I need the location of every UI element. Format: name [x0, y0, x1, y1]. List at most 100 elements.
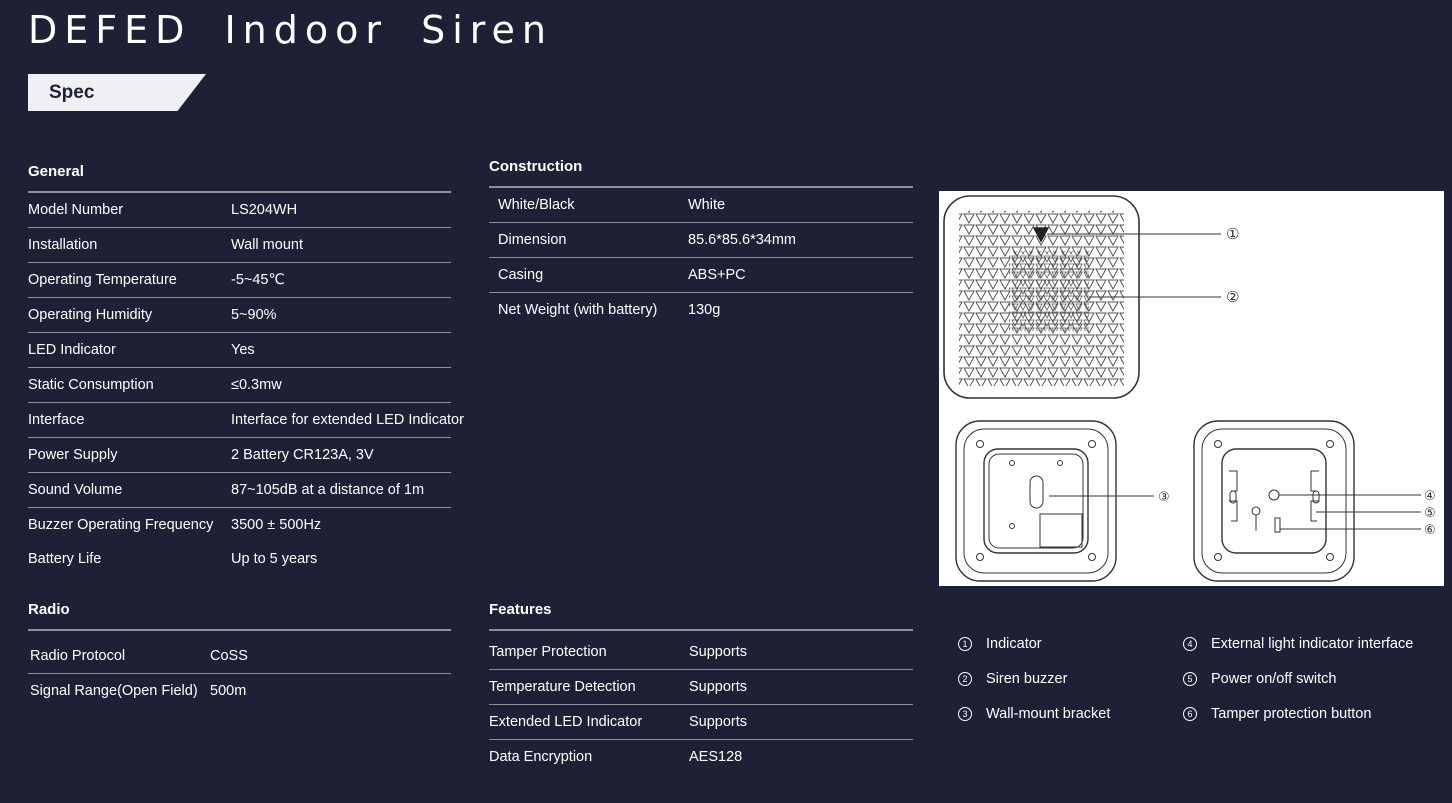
- spec-key: Data Encryption: [489, 749, 593, 765]
- radio-section: Radio Radio Protocol CoSS Signal Range(Op…: [28, 601, 451, 708]
- table-row: Static Consumption ≤0.3mw: [28, 368, 451, 403]
- spec-key: Signal Range(Open Field): [30, 683, 198, 699]
- spec-value: 5~90%: [231, 307, 277, 323]
- table-row: Buzzer Operating Frequency 3500 ± 500Hz: [28, 508, 451, 542]
- callout-3: ③: [1158, 490, 1170, 505]
- callout-1: ①: [1226, 225, 1239, 243]
- legend-label: External light indicator interface: [1211, 635, 1414, 652]
- table-row: Casing ABS+PC: [489, 258, 913, 293]
- callout-5: ⑤: [1424, 506, 1436, 521]
- legend-label: Wall-mount bracket: [986, 705, 1111, 722]
- spec-value: 3500 ± 500Hz: [231, 517, 322, 533]
- spec-value: 130g: [688, 302, 721, 318]
- spec-value: 87~105dB at a distance of 1m: [231, 482, 425, 498]
- callout-4: ④: [1424, 489, 1436, 504]
- spec-key: Buzzer Operating Frequency: [28, 517, 214, 533]
- legend-number: 5: [1183, 671, 1197, 686]
- construction-section: Construction White/Black White Dimension 8…: [489, 158, 913, 327]
- legend-item: 4 External light indicator interface: [1183, 626, 1413, 661]
- product-diagram: ① ② ③ ④ ⑤ ⑥: [939, 191, 1444, 586]
- spec-key: Extended LED Indicator: [489, 714, 643, 730]
- spec-value: 500m: [210, 683, 247, 699]
- radio-title: Radio: [28, 601, 451, 631]
- table-row: Net Weight (with battery) 130g: [489, 293, 913, 327]
- table-row: Signal Range(Open Field) 500m: [28, 674, 451, 708]
- spec-key: Sound Volume: [28, 482, 123, 498]
- spec-key: Battery Life: [28, 551, 102, 567]
- spec-value: Up to 5 years: [231, 551, 318, 567]
- spec-value: AES128: [689, 749, 743, 765]
- legend-number: 1: [958, 636, 972, 651]
- table-row: Model Number LS204WH: [28, 193, 451, 228]
- spec-value: Interface for extended LED Indicator: [231, 412, 464, 428]
- table-row: Radio Protocol CoSS: [28, 639, 451, 674]
- legend-label: Indicator: [986, 635, 1042, 652]
- features-section: Features Tamper Protection Supports Tempe…: [489, 601, 913, 774]
- spec-tab-label: Spec: [49, 82, 95, 103]
- spec-tab: Spec: [28, 74, 206, 111]
- spec-key: Temperature Detection: [489, 679, 636, 695]
- general-section: General Model Number LS204WH Installation…: [28, 163, 464, 576]
- spec-key: Radio Protocol: [30, 648, 126, 664]
- callout-6: ⑥: [1424, 523, 1436, 538]
- spec-key: Dimension: [498, 232, 567, 248]
- table-row: Power Supply 2 Battery CR123A, 3V: [28, 438, 451, 473]
- spec-value: ABS+PC: [688, 267, 746, 283]
- back-view-open: [1193, 420, 1421, 582]
- spec-key: Operating Humidity: [28, 307, 153, 323]
- table-row: Data Encryption AES128: [489, 740, 913, 774]
- spec-key: Power Supply: [28, 447, 118, 463]
- table-row: Temperature Detection Supports: [489, 670, 913, 705]
- legend-item: 3 Wall-mount bracket: [958, 696, 1110, 731]
- table-row: Operating Humidity 5~90%: [28, 298, 451, 333]
- legend-item: 2 Siren buzzer: [958, 661, 1110, 696]
- spec-value: 85.6*85.6*34mm: [688, 232, 797, 248]
- table-row: LED Indicator Yes: [28, 333, 451, 368]
- legend-label: Power on/off switch: [1211, 670, 1337, 687]
- table-row: Operating Temperature -5~45℃: [28, 263, 451, 298]
- spec-key: White/Black: [498, 197, 575, 213]
- spec-value: Supports: [689, 714, 748, 730]
- spec-value: White: [688, 197, 726, 213]
- spec-key: LED Indicator: [28, 342, 116, 358]
- features-title: Features: [489, 601, 913, 631]
- table-row: Dimension 85.6*85.6*34mm: [489, 223, 913, 258]
- legend-right: 4 External light indicator interface 5 Pow…: [1183, 626, 1413, 731]
- legend-label: Tamper protection button: [1211, 705, 1372, 722]
- legend-item: 6 Tamper protection button: [1183, 696, 1413, 731]
- spec-key: Interface: [28, 412, 85, 428]
- construction-title: Construction: [489, 158, 913, 188]
- table-row: Interface Interface for extended LED Indi…: [28, 403, 464, 438]
- legend-item: 1 Indicator: [958, 626, 1110, 661]
- spec-value: Supports: [689, 679, 748, 695]
- general-title: General: [28, 163, 451, 193]
- front-view: [943, 195, 1221, 399]
- table-row: Battery Life Up to 5 years: [28, 542, 451, 576]
- spec-value: Supports: [689, 644, 748, 660]
- legend-left: 1 Indicator 2 Siren buzzer 3 Wall-mount bra…: [958, 626, 1110, 731]
- spec-value: 2 Battery CR123A, 3V: [231, 447, 374, 463]
- table-row: Installation Wall mount: [28, 228, 451, 263]
- spec-key: Model Number: [28, 202, 124, 218]
- page-title: DEFED Indoor Siren: [28, 8, 554, 52]
- spec-key: Net Weight (with battery): [498, 302, 658, 318]
- spec-value: Wall mount: [231, 237, 303, 253]
- spec-value: ≤0.3mw: [231, 377, 282, 393]
- spec-value: LS204WH: [231, 202, 298, 218]
- legend-item: 5 Power on/off switch: [1183, 661, 1413, 696]
- legend-number: 3: [958, 706, 972, 721]
- table-row: Sound Volume 87~105dB at a distance of 1m: [28, 473, 451, 508]
- spec-key: Operating Temperature: [28, 272, 177, 288]
- table-row: Extended LED Indicator Supports: [489, 705, 913, 740]
- legend-number: 2: [958, 671, 972, 686]
- spec-value: -5~45℃: [231, 272, 285, 288]
- table-row: Tamper Protection Supports: [489, 635, 913, 670]
- spec-key: Casing: [498, 267, 544, 283]
- legend-number: 6: [1183, 706, 1197, 721]
- legend-label: Siren buzzer: [986, 670, 1068, 687]
- spec-key: Installation: [28, 237, 98, 253]
- legend-number: 4: [1183, 636, 1197, 651]
- spec-value: CoSS: [210, 648, 248, 664]
- product-drawing: ① ② ③ ④ ⑤ ⑥: [943, 195, 1436, 582]
- back-view-bracket: [955, 420, 1154, 582]
